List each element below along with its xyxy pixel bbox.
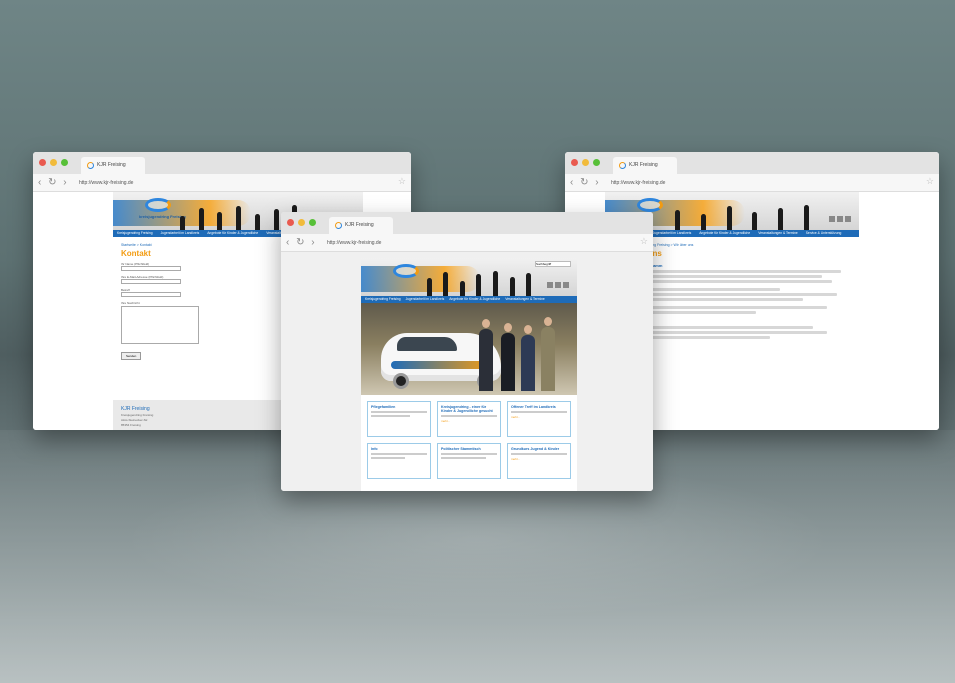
browser-tab[interactable]: KJR Freising [613,157,677,174]
browser-tab[interactable]: KJR Freising [81,157,145,174]
menu-item[interactable]: Jugendarbeit im Landkreis [406,297,445,302]
teaser-card[interactable]: Grundkurs Jugend & Kinder mehr... [507,443,571,479]
person-head [482,319,490,328]
bookmark-star-icon[interactable]: ☆ [640,236,648,247]
message-textarea[interactable] [121,306,199,344]
teaser-card[interactable]: Offener Treff im Landkreis mehr... [507,401,571,437]
minimize-button[interactable] [298,219,305,226]
font-size-icon[interactable] [547,282,553,288]
menu-item[interactable]: Kreisjugendring Freising [365,297,401,302]
more-link[interactable]: mehr... [511,457,567,461]
menu-item[interactable]: Jugendarbeit im Landkreis [653,231,692,236]
person [541,327,555,391]
maximize-button[interactable] [309,219,316,226]
close-button[interactable] [39,159,46,166]
window-controls [39,159,68,166]
address-bar: ‹ ↻ › http://www.kjr-freising.de ☆ [33,174,411,192]
site-favicon-icon [619,162,626,169]
titlebar: KJR Freising [565,152,939,174]
url-field[interactable]: http://www.kjr-freising.de [607,177,923,189]
url-field[interactable]: http://www.kjr-freising.de [323,237,637,249]
person [501,333,515,391]
menu-item[interactable]: Jugendarbeit im Landkreis [161,231,200,236]
person-head [524,325,532,334]
sitemap-icon[interactable] [845,216,851,222]
person [479,329,493,391]
site-favicon-icon [335,222,342,229]
nav-buttons[interactable]: ‹ ↻ › [286,237,317,248]
site-favicon-icon [87,162,94,169]
close-button[interactable] [287,219,294,226]
name-field[interactable] [121,266,181,271]
send-button[interactable]: Senden [121,352,142,360]
header-icons [547,282,569,288]
hero-photo [361,303,577,395]
titlebar: KJR Freising [33,152,411,174]
teaser-card[interactable]: Info [367,443,431,479]
kjr-logo-icon[interactable] [393,264,419,278]
browser-window-center: KJR Freising ‹ ↻ › http://www.kjr-freisi… [281,212,653,491]
titlebar: KJR Freising [281,212,653,234]
teaser-grid: Pflegefamilien Kreisjugendring - einer f… [361,395,577,485]
person-head [544,317,552,326]
teaser-card[interactable]: Kreisjugendring - einer für Kinder & Jug… [437,401,501,437]
tab-title: KJR Freising [97,162,126,168]
bookmark-star-icon[interactable]: ☆ [926,176,934,187]
print-icon[interactable] [837,216,843,222]
page-viewport: Suchbegriff Kreisjugendring Freising Jug… [281,252,653,491]
car-branding-stripe [391,361,491,369]
website-page: Suchbegriff Kreisjugendring Freising Jug… [361,258,577,491]
nav-buttons[interactable]: ‹ ↻ › [38,177,69,188]
teaser-card[interactable]: Pflegefamilien [367,401,431,437]
banner-silhouettes [421,270,537,296]
sitemap-icon[interactable] [563,282,569,288]
minimize-button[interactable] [50,159,57,166]
nav-buttons[interactable]: ‹ ↻ › [570,177,601,188]
menu-item[interactable]: Veranstaltungen & Termine [758,231,798,236]
font-size-icon[interactable] [829,216,835,222]
window-controls [287,219,316,226]
kjr-logo-icon[interactable] [637,198,663,212]
address-bar: ‹ ↻ › http://www.kjr-freising.de ☆ [281,234,653,252]
main-menu: Kreisjugendring Freising Jugendarbeit im… [361,296,577,303]
teaser-card[interactable]: Politischer Stammtisch [437,443,501,479]
menu-item[interactable]: Service & Unterstützung [806,231,842,236]
banner-silhouettes [665,204,819,230]
menu-item[interactable]: Angebote für Kinder & Jugendliche [207,231,258,236]
site-banner: Suchbegriff [361,258,577,296]
search-input[interactable]: Suchbegriff [535,261,571,267]
kjr-logo-icon[interactable] [145,198,171,212]
header-icons [829,216,851,222]
bookmark-star-icon[interactable]: ☆ [398,176,406,187]
tab-title: KJR Freising [345,222,374,228]
menu-item[interactable]: Kreisjugendring Freising [117,231,153,236]
car-wheel [393,373,409,389]
maximize-button[interactable] [593,159,600,166]
close-button[interactable] [571,159,578,166]
person-head [504,323,512,332]
person [521,335,535,391]
maximize-button[interactable] [61,159,68,166]
subject-field[interactable] [121,292,181,297]
menu-item[interactable]: Veranstaltungen & Termine [505,297,545,302]
email-field[interactable] [121,279,181,284]
print-icon[interactable] [555,282,561,288]
url-field[interactable]: http://www.kjr-freising.de [75,177,395,189]
menu-item[interactable]: Angebote für Kinder & Jugendliche [449,297,500,302]
window-controls [571,159,600,166]
car-window [397,337,457,351]
menu-item[interactable]: Angebote für Kinder & Jugendliche [699,231,750,236]
minimize-button[interactable] [582,159,589,166]
browser-tab[interactable]: KJR Freising [329,217,393,234]
address-bar: ‹ ↻ › http://www.kjr-freising.de ☆ [565,174,939,192]
more-link[interactable]: mehr... [441,419,497,423]
tab-title: KJR Freising [629,162,658,168]
more-link[interactable]: mehr... [511,415,567,419]
